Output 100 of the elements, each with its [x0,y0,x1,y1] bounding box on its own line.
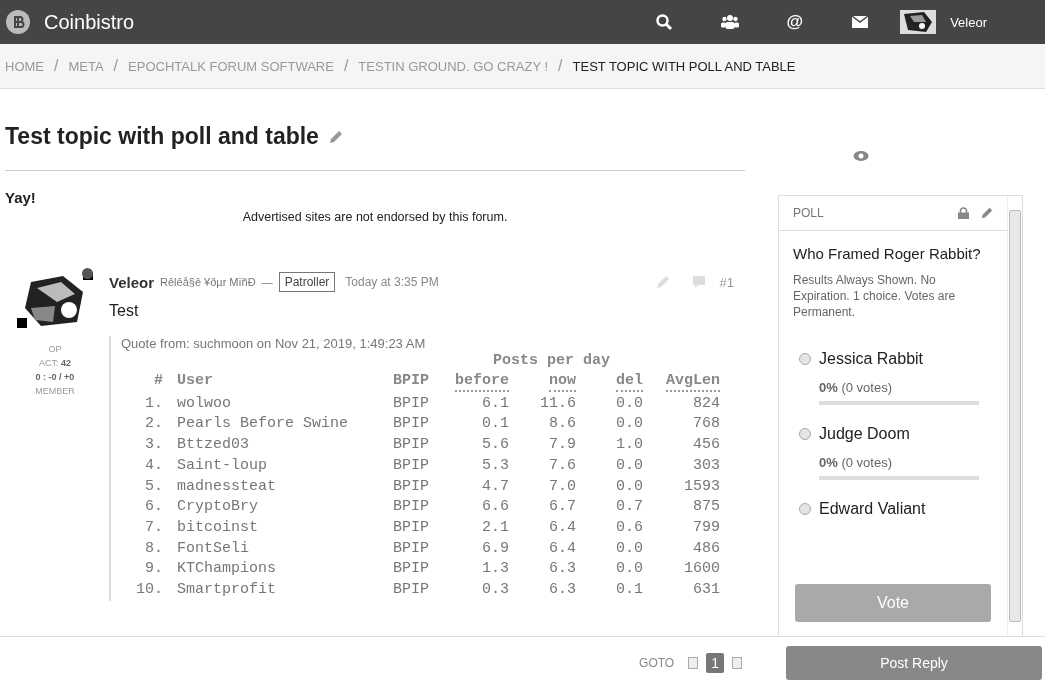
separator-dash: — [261,276,273,288]
breadcrumb-separator: / [558,57,563,75]
table-cell-text: 0.0 [615,393,643,414]
table-cell-text: 1.0 [615,435,643,456]
page-icon[interactable] [732,657,742,669]
table-cell-text: 7.0 [548,476,576,497]
mail-icon[interactable] [851,13,870,31]
column-header: now [549,371,576,392]
table-cell-text: BPIP [393,559,430,580]
pencil-icon[interactable] [981,207,993,219]
poll-option[interactable]: Judge Doom [799,425,989,443]
trust-text: 0 : -0 / +0 [35,371,75,384]
quote-source: Quote from: suchmoon on Nov 21, 2019, 1:49:23 AM [121,336,426,351]
bitcoin-logo-icon[interactable] [6,10,30,34]
post-text: Test [109,302,139,320]
table-cell-text: 1600 [683,559,720,580]
user-name[interactable]: Veleor [950,14,987,30]
poll-option[interactable]: Edward Valiant [799,500,989,518]
breadcrumb-separator: / [343,57,349,75]
table-cell-text: BPIP [393,455,430,476]
scrollbar-thumb[interactable] [1009,210,1021,622]
table-cell-text: 8. [144,538,163,559]
table-cell-text: 6.7 [548,497,576,518]
table-cell-text: BPIP [393,435,430,456]
table-cell-text: 6.9 [481,538,509,559]
table-cell-text: FontSeli [176,538,250,559]
table-cell-text: 6.1 [481,393,509,414]
table-cell-text: 0.1 [615,580,643,601]
table-cell-text: BPIP [393,476,430,497]
post-time: Today at 3:35 PM [345,275,440,289]
site-name[interactable]: Coinbistro [44,10,624,34]
table-cell-text: 6.3 [548,559,576,580]
pencil-icon[interactable] [328,129,343,144]
intro-text: Yay! [5,189,37,206]
column-header: del [616,371,643,392]
table-cell-text: madnessteat [176,476,278,497]
table-cell-text: 4.7 [481,476,509,497]
column-header: # [154,371,163,391]
table-cell-text: BPIP [393,393,430,414]
table-cell-text: Smartprofit [176,580,278,601]
users-icon[interactable] [720,13,739,31]
radio-button[interactable] [799,503,811,515]
mentions-icon[interactable]: @ [786,12,804,32]
radio-button[interactable] [799,428,811,440]
table-cell-text: BPIP [393,517,430,538]
author-name[interactable]: Veleor [109,273,155,291]
table-cell-text: 799 [692,517,720,538]
column-header: AvgLen [666,371,720,392]
table-cell-text: 9. [144,559,163,580]
eye-icon[interactable] [853,150,869,162]
table-cell-text: 6.4 [548,517,576,538]
table-cell-text: 0.0 [615,414,643,435]
table-cell-text: BPIP [393,414,430,435]
page-number[interactable]: 1 [706,653,724,673]
post-reply-button[interactable]: Post Reply [786,646,1042,680]
lock-icon[interactable] [958,207,969,219]
page-icon[interactable] [688,657,699,669]
table-cell-text: BPIP [393,538,430,559]
table-cell-text: BPIP [393,580,430,601]
table-cell-text: 5.3 [481,455,509,476]
table-cell-text: 768 [692,414,720,435]
table-cell-text: 0.0 [615,455,643,476]
column-header: before [455,371,509,392]
table-cell-text: 8.6 [548,414,576,435]
table-cell-text: 1.3 [481,559,509,580]
table-cell-text: 6.3 [548,580,576,601]
table-cell-text: KTChampions [176,559,278,580]
table-cell-text: Pearls Before Swine [176,414,350,435]
table-cell-text: 6.6 [481,497,509,518]
table-cell-text: 1593 [683,476,720,497]
table-cell-text: 0.3 [481,580,509,601]
table-cell-text: 3. [144,435,163,456]
table-cell-text: BPIP [393,497,430,518]
column-header: User [176,371,213,391]
rank-label: MEMBER [35,385,75,398]
poll-rules: Results Always Shown. No Expiration. 1 choice. Votes are Permanent. [792,272,957,321]
table-cell-text: 456 [692,435,720,456]
table-cell-text: 0.6 [615,517,643,538]
breadcrumb-link[interactable]: TEST TOPIC WITH POLL AND TABLE [572,58,796,74]
table-cell-text: CryptoBry [176,497,259,518]
table-cell-text: 10. [135,580,163,601]
table-cell-text: 11.6 [539,393,576,414]
vote-result: 0% (0 votes) [819,380,893,395]
search-icon[interactable] [654,13,673,31]
table-cell-text: 0.1 [481,414,509,435]
table-cell-text: 631 [692,580,720,601]
table-cell-text: 7.9 [548,435,576,456]
table-cell-text: 0.0 [615,559,643,580]
poll-question: Who Framed Roger Rabbit? [792,244,982,262]
table-cell-text: 5. [144,476,163,497]
table-cell-text: wolwoo [176,393,232,414]
poll-option[interactable]: Jessica Rabbit [799,350,989,368]
activity-text: ACT: 42 [38,357,71,370]
table-cell-text: 824 [692,393,720,414]
table-cell-text: 2.1 [481,517,509,538]
table-cell-text: 7. [144,517,163,538]
radio-button[interactable] [799,353,811,365]
table-cell-text: 486 [692,538,720,559]
column-header: BPIP [393,371,429,391]
table-cell-text: 875 [692,497,720,518]
